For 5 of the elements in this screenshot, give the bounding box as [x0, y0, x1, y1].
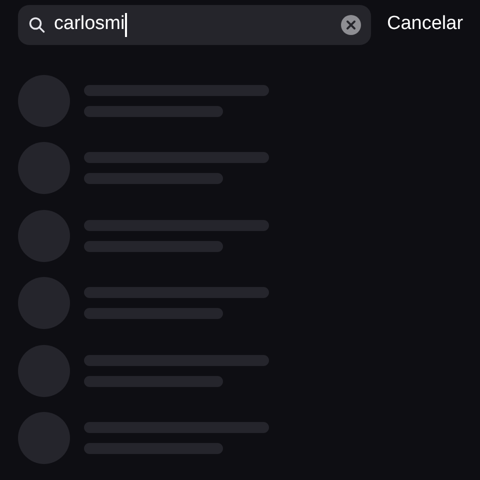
search-icon [28, 16, 46, 34]
search-text: carlosmi [54, 12, 125, 36]
clear-icon[interactable] [341, 14, 361, 34]
cancel-button[interactable]: Cancelar [387, 10, 464, 39]
search-field[interactable]: carlosmi [18, 4, 371, 44]
